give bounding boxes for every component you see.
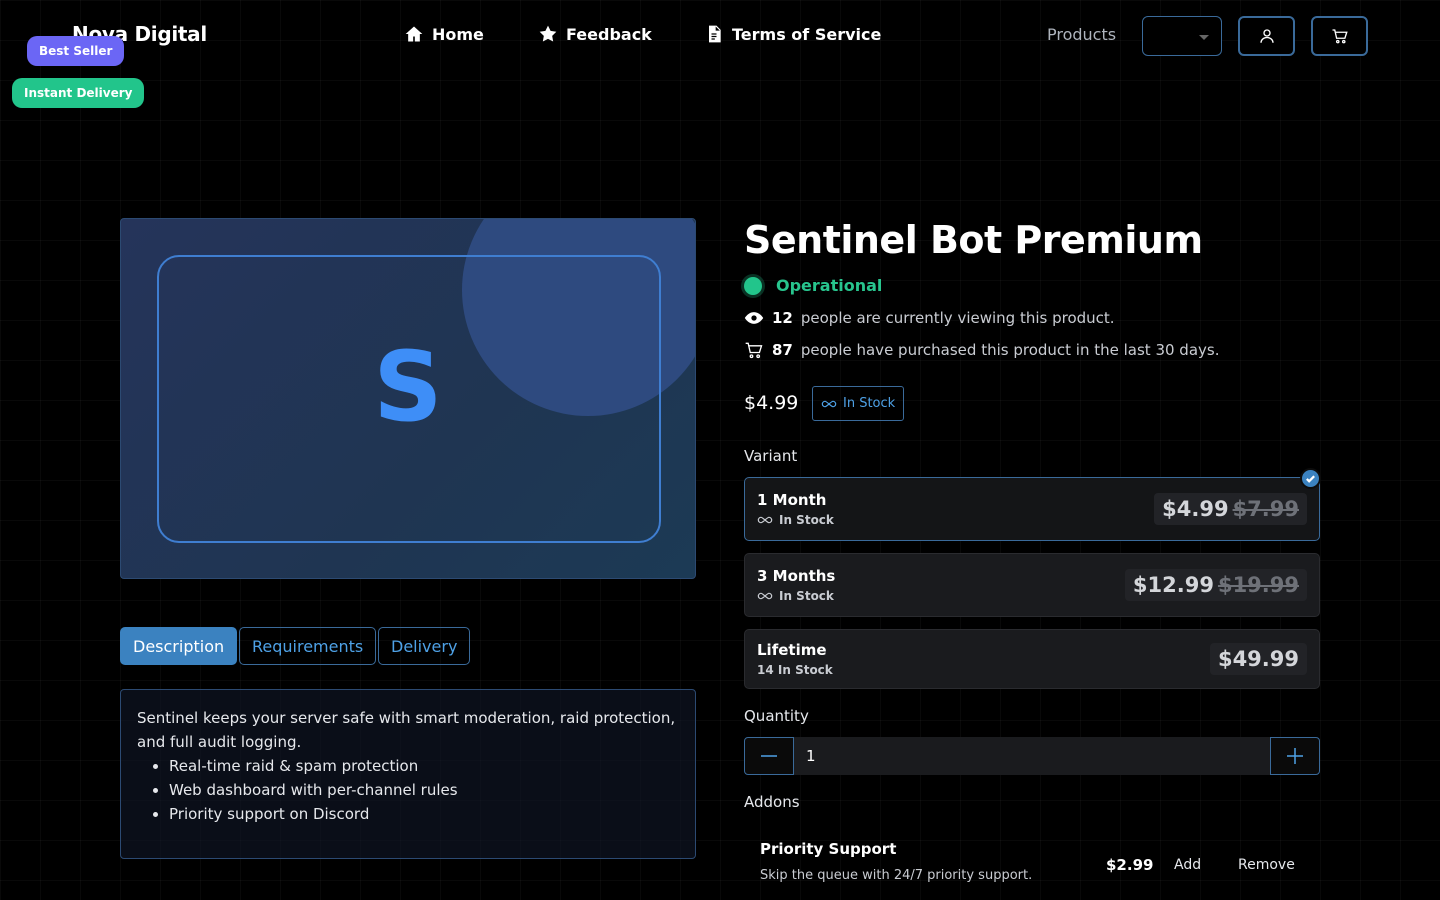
- variant-name: Lifetime: [757, 641, 827, 659]
- currency-select[interactable]: [1142, 16, 1222, 56]
- addon-add-button[interactable]: Add: [1174, 857, 1201, 873]
- addon-name: Priority Support: [760, 840, 897, 858]
- variant-stock: In Stock: [757, 589, 835, 603]
- variant-price: $49.99: [1209, 643, 1307, 675]
- variant-name: 3 Months: [757, 567, 836, 585]
- addon-remove-button[interactable]: Remove: [1238, 857, 1295, 873]
- nav-feedback-label: Feedback: [566, 24, 652, 44]
- nav-feedback[interactable]: Feedback: [538, 24, 652, 44]
- increase-quantity-button[interactable]: [1270, 737, 1320, 775]
- best-seller-badge: Best Seller: [27, 36, 125, 66]
- variant-name: 1 Month: [757, 491, 827, 509]
- nav-terms-label: Terms of Service: [732, 24, 882, 44]
- cart-icon: [745, 342, 763, 359]
- product-image: S: [120, 218, 696, 579]
- infinity-icon: [757, 516, 773, 524]
- product-image-letter: S: [373, 331, 443, 443]
- variant-old-price: $7.99: [1232, 497, 1299, 521]
- status-dot-icon: [744, 276, 762, 295]
- variant-current-price: $12.99: [1132, 573, 1214, 597]
- tab-description[interactable]: Description: [120, 627, 238, 665]
- star-icon: [539, 25, 557, 42]
- nav-terms[interactable]: Terms of Service: [704, 24, 881, 44]
- instant-delivery-badge: Instant Delivery: [12, 78, 145, 108]
- tab-requirements[interactable]: Requirements: [239, 627, 377, 665]
- status-indicator: Operational: [744, 276, 882, 295]
- description-panel: Sentinel keeps your server safe with sma…: [120, 689, 696, 859]
- variant-current-price: $4.99: [1162, 497, 1229, 521]
- viewing-count: 12: [772, 309, 793, 327]
- product-price: $4.99: [744, 392, 799, 414]
- nav-home-label: Home: [432, 24, 484, 44]
- cart-icon: [1332, 29, 1348, 44]
- account-button[interactable]: [1238, 16, 1295, 56]
- variant-stock: 14 In Stock: [757, 663, 833, 677]
- variant-price: $12.99 $19.99: [1124, 569, 1307, 601]
- viewing-text: people are currently viewing this produc…: [800, 309, 1115, 327]
- selected-check-icon: [1300, 468, 1321, 489]
- addon-description: Skip the queue with 24/7 priority suppor…: [760, 868, 1033, 883]
- variant-label: Variant: [744, 447, 798, 465]
- infinity-icon: [821, 400, 837, 407]
- stock-badge: In Stock: [812, 386, 905, 421]
- variant-stock-text: In Stock: [779, 589, 834, 603]
- products-link[interactable]: Products: [1047, 25, 1116, 44]
- status-text: Operational: [776, 276, 883, 295]
- variant-option-3-months[interactable]: 3 Months In Stock $12.99 $19.99: [744, 553, 1320, 617]
- variant-old-price: $19.99: [1217, 573, 1299, 597]
- list-item: Web dashboard with per-channel rules: [169, 778, 679, 802]
- list-item: Real-time raid & spam protection: [169, 754, 679, 778]
- chevron-down-icon: [1199, 35, 1209, 40]
- quantity-label: Quantity: [744, 707, 809, 725]
- stock-text: In Stock: [843, 396, 896, 411]
- variant-stock: In Stock: [757, 513, 834, 527]
- variant-current-price: $49.99: [1217, 647, 1299, 671]
- home-icon: [405, 26, 423, 42]
- minus-icon: [761, 755, 777, 757]
- quantity-stepper: 1: [744, 737, 1320, 775]
- quantity-input[interactable]: 1: [794, 737, 1270, 775]
- eye-icon: [744, 312, 764, 324]
- purchased-text: people have purchased this product in th…: [800, 341, 1220, 359]
- tab-delivery[interactable]: Delivery: [378, 627, 471, 665]
- viewing-info: 12 people are currently viewing this pro…: [744, 308, 1115, 328]
- infinity-icon: [757, 592, 773, 600]
- description-intro: Sentinel keeps your server safe with sma…: [137, 709, 676, 751]
- variant-option-1-month[interactable]: 1 Month In Stock $4.99 $7.99: [744, 477, 1320, 541]
- variant-stock-text: In Stock: [779, 513, 834, 527]
- cart-button[interactable]: [1311, 16, 1368, 56]
- feature-list: Real-time raid & spam protection Web das…: [169, 754, 679, 826]
- variant-option-lifetime[interactable]: Lifetime 14 In Stock $49.99: [744, 629, 1320, 689]
- variant-price: $4.99 $7.99: [1154, 493, 1307, 525]
- variant-stock-text: 14 In Stock: [757, 663, 833, 677]
- decrease-quantity-button[interactable]: [744, 737, 794, 775]
- list-item: Priority support on Discord: [169, 802, 679, 826]
- addon-price: $2.99: [1106, 856, 1154, 874]
- product-title: Sentinel Bot Premium: [744, 218, 1203, 262]
- purchased-info: 87 people have purchased this product in…: [744, 340, 1219, 360]
- addons-label: Addons: [744, 793, 800, 811]
- document-icon: [709, 25, 721, 43]
- nav-home[interactable]: Home: [404, 24, 484, 44]
- user-icon: [1259, 29, 1274, 43]
- purchased-count: 87: [772, 341, 793, 359]
- plus-icon: [1287, 748, 1303, 764]
